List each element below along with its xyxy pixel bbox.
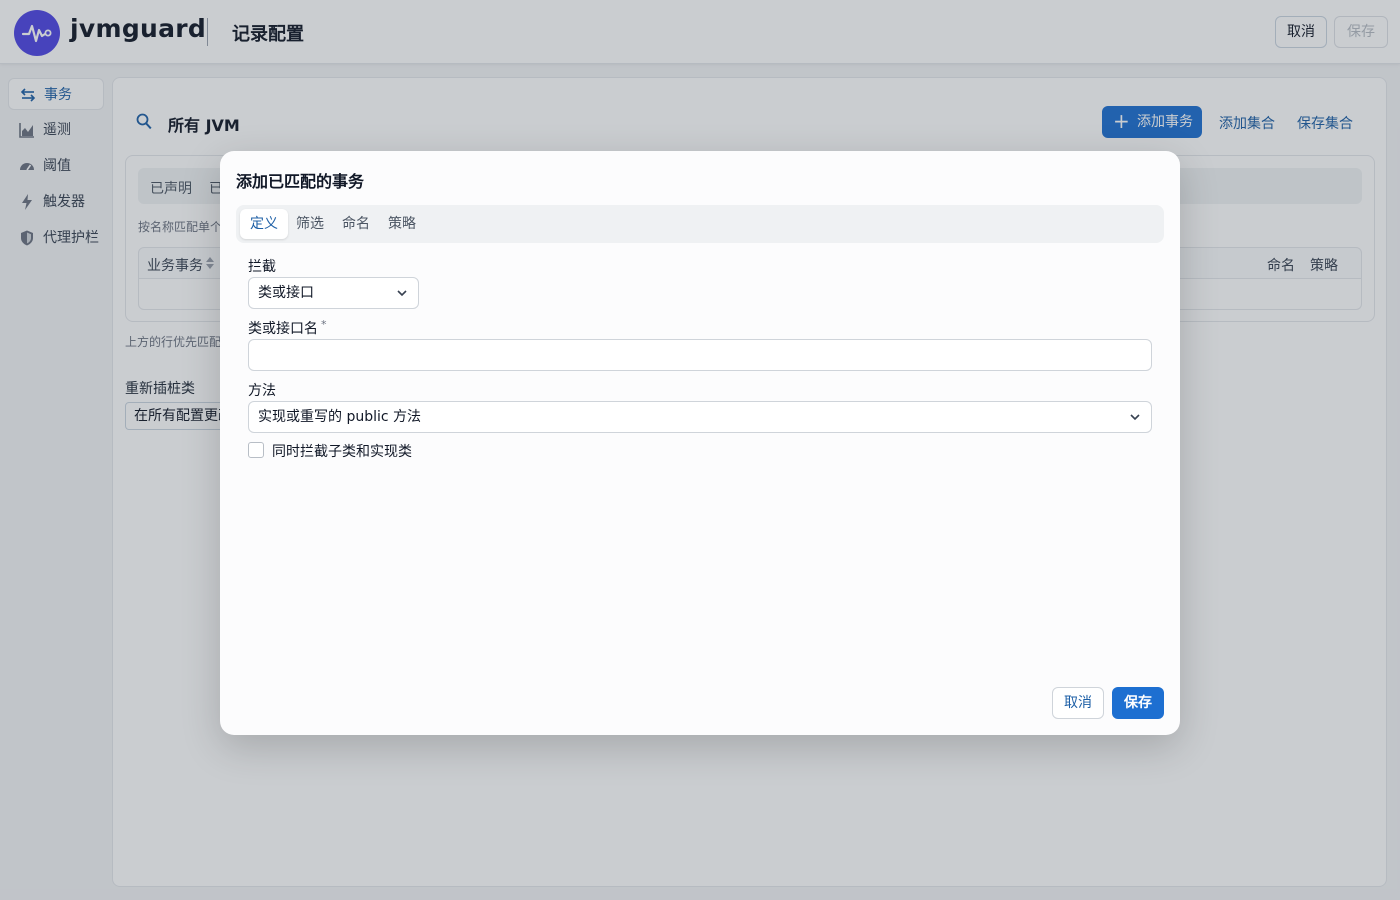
dialog-save-button[interactable]: 保存 bbox=[1112, 687, 1164, 719]
dialog-cancel-button[interactable]: 取消 bbox=[1052, 687, 1104, 719]
required-mark: * bbox=[321, 318, 327, 331]
class-name-label-text: 类或接口名 bbox=[248, 321, 318, 337]
add-transaction-dialog: 添加已匹配的事务 定义 筛选 命名 策略 拦截 类或接口 类或接口名 * 方法 实… bbox=[220, 151, 1180, 735]
dialog-title: 添加已匹配的事务 bbox=[236, 172, 365, 191]
method-label: 方法 bbox=[248, 383, 276, 399]
tab-filter[interactable]: 筛选 bbox=[286, 209, 334, 239]
intercept-select[interactable]: 类或接口 bbox=[248, 277, 419, 309]
subclass-checkbox-label[interactable]: 同时拦截子类和实现类 bbox=[272, 441, 412, 461]
tab-policy[interactable]: 策略 bbox=[378, 209, 426, 239]
method-select[interactable]: 实现或重写的 public 方法 bbox=[248, 401, 1152, 433]
chevron-down-icon bbox=[397, 290, 407, 297]
class-name-label: 类或接口名 * bbox=[248, 318, 327, 338]
tab-naming[interactable]: 命名 bbox=[332, 209, 380, 239]
intercept-label: 拦截 bbox=[248, 259, 276, 275]
intercept-value: 类或接口 bbox=[258, 285, 314, 301]
tab-definition[interactable]: 定义 bbox=[240, 209, 288, 239]
subclass-checkbox[interactable] bbox=[248, 442, 264, 458]
dialog-tabs: 定义 筛选 命名 策略 bbox=[236, 205, 1164, 243]
chevron-down-icon bbox=[1130, 414, 1140, 421]
method-value: 实现或重写的 public 方法 bbox=[258, 409, 422, 425]
class-name-input[interactable] bbox=[248, 339, 1152, 371]
